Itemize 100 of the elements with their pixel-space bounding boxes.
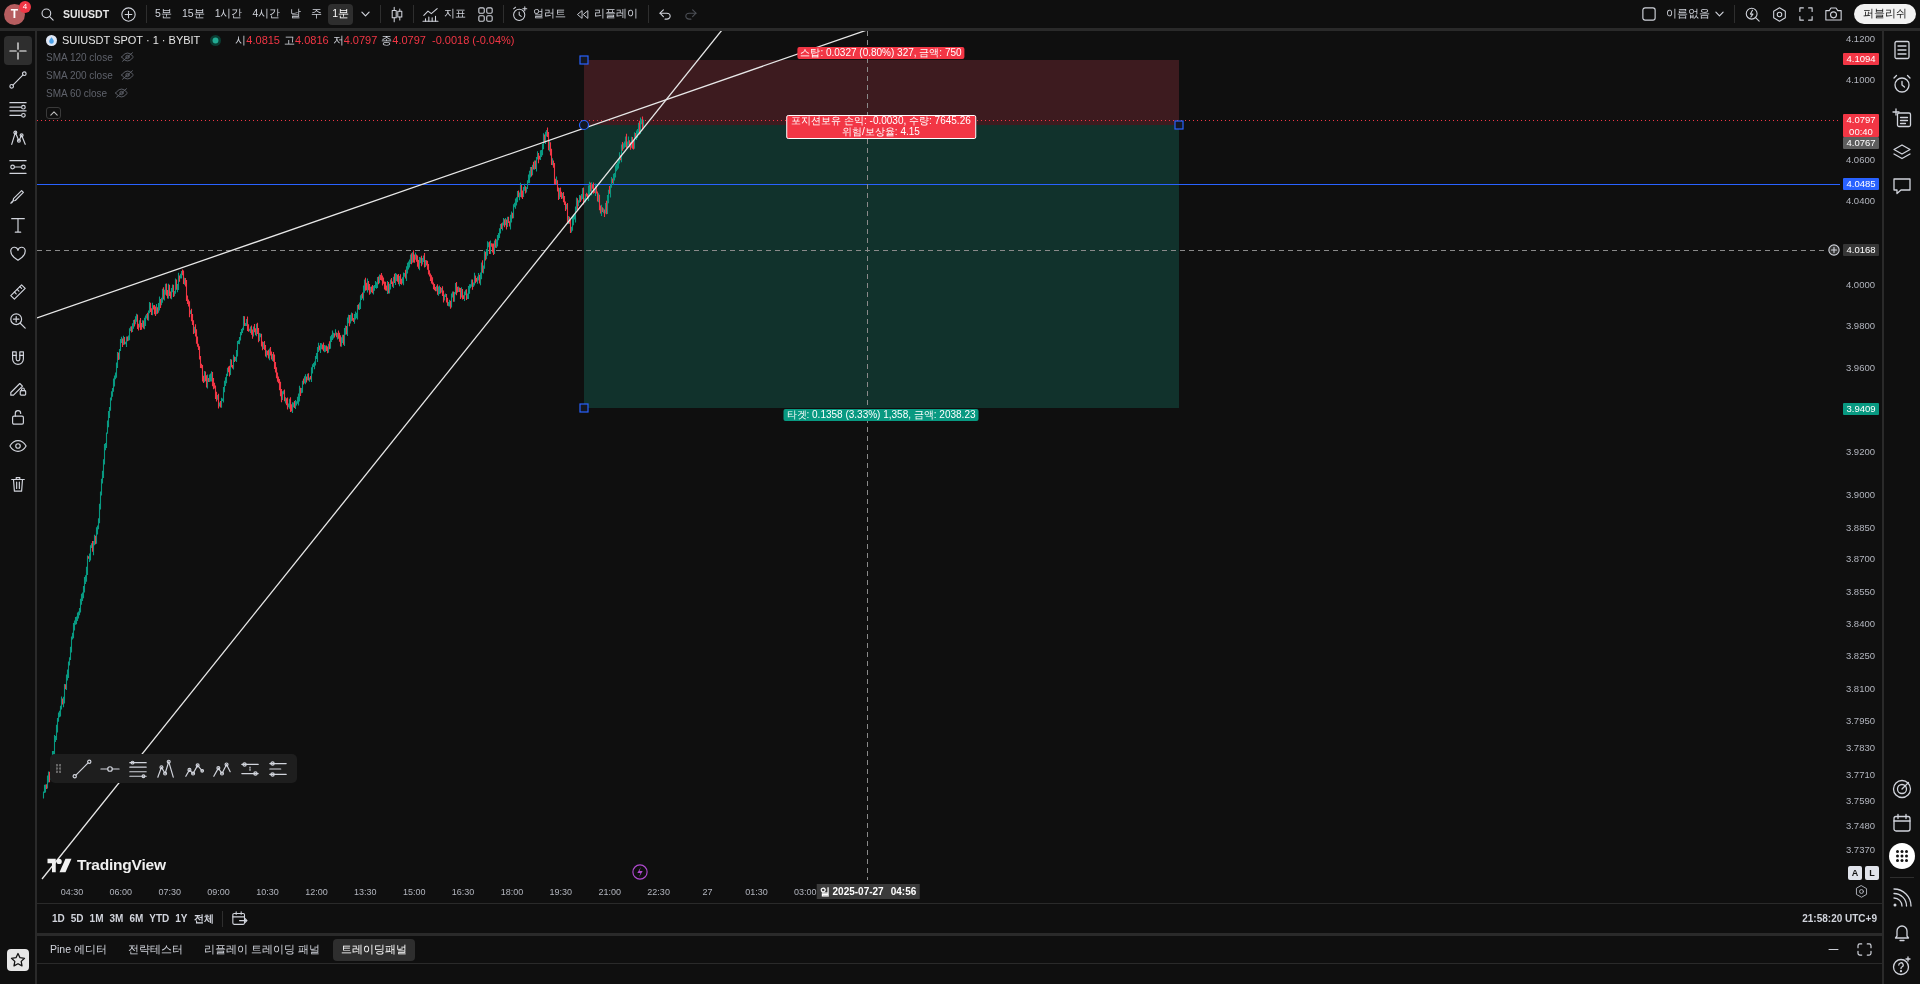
crosshair-icon: [8, 41, 27, 60]
pattern-icon[interactable]: [156, 758, 176, 779]
list-icon[interactable]: [1892, 40, 1912, 60]
scale-button[interactable]: A: [1848, 866, 1862, 880]
status-dot-icon: [210, 34, 222, 46]
clock-text: 21:58:20 UTC+9: [1802, 913, 1877, 924]
time-label: 13:30: [354, 886, 377, 897]
price-label: 3.8100: [1845, 683, 1875, 695]
ratio-text: 위험/보상율: 4.15: [842, 126, 920, 138]
resize-handle[interactable]: [1174, 120, 1184, 130]
panel-tab[interactable]: Pine 에디터: [42, 938, 115, 961]
interval-button[interactable]: 날: [286, 3, 306, 25]
range-button[interactable]: 3M: [106, 908, 127, 929]
range-button[interactable]: 1D: [49, 908, 68, 929]
plus-circle-icon[interactable]: [1828, 244, 1840, 256]
price-label: 3.8250: [1845, 650, 1875, 662]
time-label: 04:30: [60, 886, 84, 897]
calendar-arrow-icon[interactable]: [230, 911, 248, 926]
chevron-down-icon[interactable]: [361, 11, 371, 17]
pattern-icon: [8, 128, 27, 147]
chat-icon[interactable]: [1892, 176, 1912, 196]
square-icon[interactable]: [1642, 7, 1656, 21]
panel-tab[interactable]: 전략테스터: [119, 938, 191, 961]
layers-icon[interactable]: [1892, 142, 1912, 162]
parallel-lines-icon: [8, 99, 27, 118]
interval-button[interactable]: 주: [307, 3, 327, 25]
tool-button[interactable]: [3, 36, 32, 65]
range-button[interactable]: 5D: [67, 908, 87, 929]
time-label: 10:30: [256, 886, 279, 897]
calendar-icon[interactable]: [1892, 813, 1912, 833]
minimize-icon[interactable]: [1827, 948, 1840, 951]
fullscreen-icon[interactable]: [1799, 7, 1813, 21]
panel-tab[interactable]: 트레이딩패널: [332, 938, 415, 961]
heart-icon: [8, 244, 27, 263]
text-icon: [8, 215, 27, 234]
notification-badge: 4: [19, 0, 31, 13]
parallel-lines-icon[interactable]: [128, 758, 148, 779]
resize-handle[interactable]: [578, 119, 590, 131]
range-button[interactable]: 6M: [126, 908, 147, 929]
maximize-icon[interactable]: [1857, 943, 1872, 956]
range-button[interactable]: YTD: [146, 908, 173, 929]
trend-line-icon[interactable]: [72, 758, 92, 779]
projection-icon: [8, 157, 27, 176]
interval-button[interactable]: 1분: [328, 3, 354, 25]
ohlc-value: 4.0815: [246, 34, 280, 46]
apps-grid-icon[interactable]: [1889, 843, 1915, 869]
target-icon[interactable]: [1892, 779, 1912, 799]
add-symbol-icon[interactable]: [121, 6, 137, 22]
price-tag: 4.0485: [1843, 178, 1879, 190]
pnl-text: 포지션보유 손익: -0.0030, 수량: 7645.26: [791, 116, 971, 127]
scale-button[interactable]: L: [1865, 866, 1879, 880]
price-tag: 4.0168: [1843, 244, 1879, 256]
interval-button[interactable]: 15분: [177, 3, 209, 25]
symbol-button[interactable]: SUIUSDT: [63, 8, 110, 20]
resize-handle[interactable]: [579, 403, 589, 413]
note-plus-icon[interactable]: [1892, 108, 1912, 128]
interval-button[interactable]: 4시간: [248, 3, 285, 25]
panel-tab[interactable]: 리플레이 트레이딩 패널: [195, 938, 328, 961]
collapse-button[interactable]: [46, 107, 61, 119]
price-label: 3.9200: [1845, 446, 1875, 458]
grid-icon[interactable]: [478, 6, 494, 22]
eye-crossed-icon[interactable]: [115, 88, 129, 98]
indicators-button[interactable]: 지표: [418, 3, 471, 25]
time-label: 27: [702, 886, 713, 897]
interval-button[interactable]: 5분: [151, 3, 176, 25]
range-button[interactable]: 1M: [86, 908, 107, 929]
time-label: 12:00: [305, 886, 328, 897]
time-label: 21:00: [598, 886, 621, 897]
feed-icon[interactable]: [1892, 888, 1912, 908]
search-icon[interactable]: [41, 7, 54, 21]
resize-handle[interactable]: [579, 55, 589, 65]
price-text: 4.0797: [1846, 114, 1876, 126]
range-button[interactable]: 전체: [190, 908, 217, 929]
eye-crossed-icon[interactable]: [120, 52, 134, 62]
lightning-icon[interactable]: [632, 864, 648, 880]
undo-icon[interactable]: [659, 8, 673, 20]
replay-button[interactable]: 리플레이: [572, 3, 643, 25]
price-label: 3.7480: [1845, 820, 1875, 832]
publish-button[interactable]: 퍼블리쉬: [1854, 4, 1916, 24]
candlestick-icon[interactable]: [391, 5, 404, 23]
interval-button[interactable]: 1시간: [210, 3, 247, 25]
trash-icon: [8, 474, 27, 493]
grip-icon[interactable]: [56, 764, 61, 773]
bell-icon[interactable]: [1892, 922, 1912, 942]
time-label: 16:30: [451, 886, 475, 897]
settings-icon[interactable]: [1772, 6, 1787, 22]
camera-icon[interactable]: [1825, 7, 1842, 21]
lightning-search-icon[interactable]: [1745, 6, 1760, 22]
time-label: 22:30: [647, 886, 670, 897]
price-label: 3.8400: [1845, 618, 1875, 630]
eye-crossed-icon[interactable]: [120, 70, 134, 80]
range-icon[interactable]: [268, 758, 288, 779]
alarm-clock-icon[interactable]: [1892, 74, 1912, 94]
alert-button[interactable]: 얼러트: [508, 3, 571, 25]
range-button[interactable]: 1Y: [172, 908, 191, 929]
layout-name-button[interactable]: 이름없음: [1662, 3, 1728, 25]
time-text: 04:56: [890, 885, 917, 899]
help-icon[interactable]: [1892, 956, 1912, 976]
date-text: 일 2025-07-27: [819, 885, 884, 899]
settings-icon[interactable]: [1854, 885, 1868, 898]
